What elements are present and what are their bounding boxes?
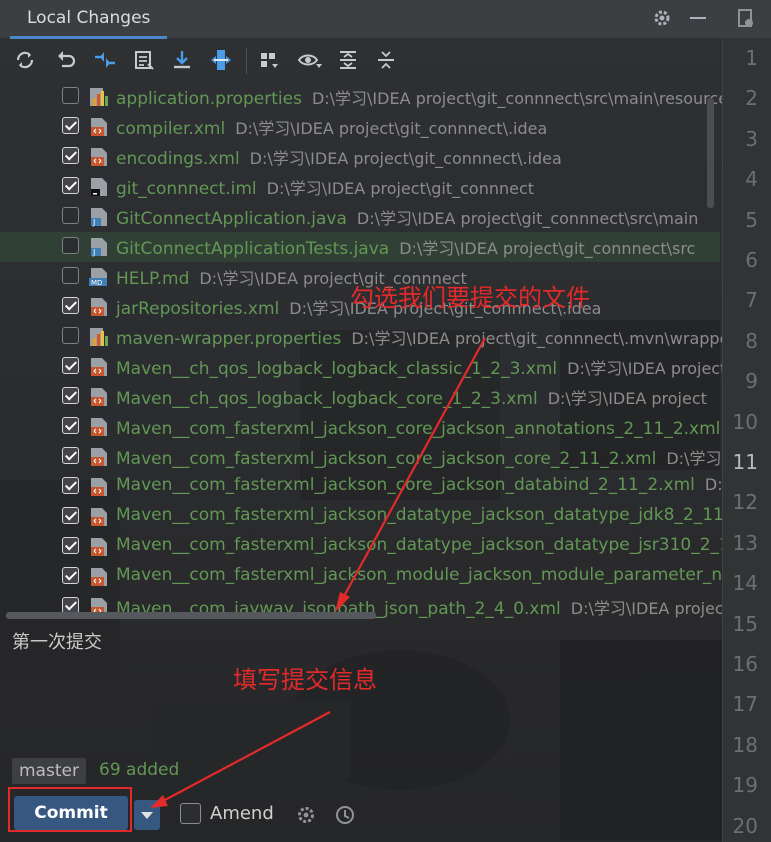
line-number: 17: [732, 692, 758, 717]
file-tab-icon[interactable]: [736, 8, 756, 30]
line-number: 18: [732, 732, 758, 757]
line-number: 9: [745, 369, 758, 394]
editor-tab-strip: [722, 0, 771, 38]
line-number: 5: [745, 207, 758, 232]
line-number: 15: [732, 611, 758, 636]
line-number: 7: [745, 288, 758, 313]
annotation-arrows: [150, 337, 486, 808]
annotation-select-files: 勾选我们要提交的文件: [350, 284, 590, 312]
line-number: 3: [745, 126, 758, 151]
line-number: 10: [732, 409, 758, 434]
line-number: 14: [732, 571, 758, 596]
line-number: 19: [732, 773, 758, 798]
line-number: 13: [732, 530, 758, 555]
line-number: 20: [732, 813, 758, 838]
line-number: 16: [732, 652, 758, 676]
commit-tool-window: Local Changes application.properties D:\…: [0, 0, 722, 842]
line-number: 8: [745, 328, 758, 353]
line-number: 1: [745, 46, 758, 70]
line-number: 4: [745, 167, 758, 192]
line-number: 12: [732, 490, 758, 515]
line-number: 2: [745, 86, 758, 111]
line-number: 11: [732, 450, 758, 474]
line-number: 6: [745, 248, 758, 272]
annotation-fill-message: 填写提交信息: [233, 666, 377, 694]
